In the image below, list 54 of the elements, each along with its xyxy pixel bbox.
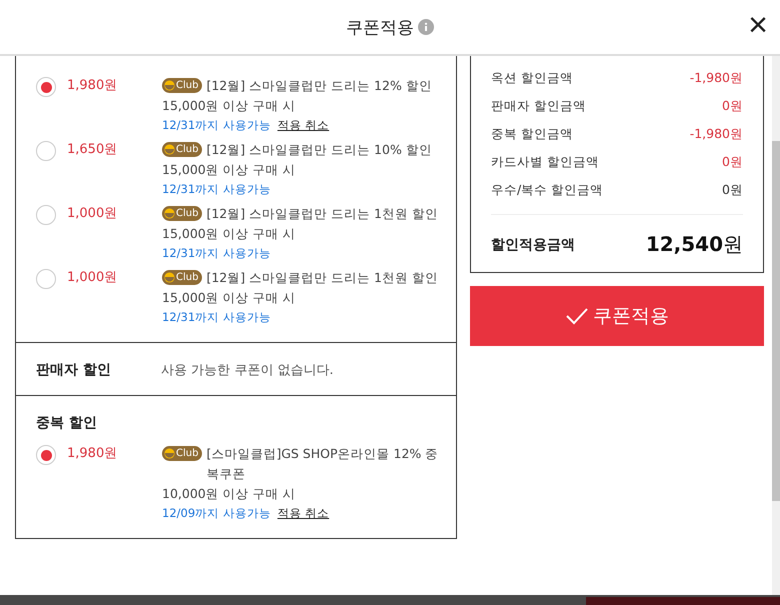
summary-value: -1,980원 <box>690 70 743 86</box>
coupon-amount: 1,000원 <box>67 269 118 286</box>
empty-message: 사용 가능한 쿠폰이 없습니다. <box>161 362 334 379</box>
badge-text: Club <box>176 207 198 221</box>
radio-button[interactable] <box>36 77 56 97</box>
apply-coupon-button[interactable]: 쿠폰적용 <box>470 286 764 346</box>
radio-button[interactable] <box>36 269 56 289</box>
summary-value: 0원 <box>722 182 743 198</box>
summary-value: -1,980원 <box>690 126 743 142</box>
scrollbar[interactable] <box>772 56 780 595</box>
coupon-condition: 15,000원 이상 구매 시 <box>162 289 297 307</box>
coupon-condition: 15,000원 이상 구매 시 <box>162 97 297 115</box>
coupon-amount: 1,980원 <box>67 445 118 462</box>
coupon-validity: 12/09까지 사용가능 <box>162 506 271 520</box>
total-amount: 12,540원 <box>646 231 743 258</box>
coupon-condition: 15,000원 이상 구매 시 <box>162 225 297 243</box>
summary-label: 판매자 할인금액 <box>491 98 586 114</box>
summary-label: 옥션 할인금액 <box>491 70 573 86</box>
badge-text: Club <box>176 143 198 157</box>
summary-value: 0원 <box>722 154 743 170</box>
check-icon <box>565 306 589 326</box>
close-button[interactable]: × <box>744 8 772 42</box>
coupon-amount: 1,980원 <box>67 77 118 94</box>
coupon-name: [12월] 스마일클럽만 드리는 1천원 할인 <box>206 205 439 223</box>
section-title: 판매자 할인 <box>36 361 112 379</box>
badge-text: Club <box>176 271 198 285</box>
summary-label: 우수/복수 할인금액 <box>491 182 604 198</box>
coupon-validity: 12/31까지 사용가능 <box>162 310 271 324</box>
coupon-validity: 12/31까지 사용가능 <box>162 182 271 196</box>
cancel-link[interactable]: 적용 취소 <box>277 506 330 520</box>
radio-button[interactable] <box>36 445 56 465</box>
coupon-validity: 12/31까지 사용가능 <box>162 246 271 260</box>
coupon-name: [12월] 스마일클럽만 드리는 10% 할인 <box>206 141 433 159</box>
total-label: 할인적용금액 <box>491 236 575 254</box>
coupon-name: [12월] 스마일클럽만 드리는 1천원 할인 <box>206 269 439 287</box>
coupon-validity: 12/31까지 사용가능 <box>162 118 271 132</box>
info-icon[interactable] <box>418 19 434 35</box>
badge-text: Club <box>176 79 198 93</box>
coupon-amount: 1,000원 <box>67 205 118 222</box>
badge-text: Club <box>176 447 198 461</box>
coupon-amount: 1,650원 <box>67 141 118 158</box>
coupon-name: [스마일클럽]GS SHOP온라인몰 12% 중복쿠폰 <box>206 445 440 483</box>
section-title: 중복 할인 <box>36 414 98 432</box>
dialog-title: 쿠폰적용 <box>346 16 414 38</box>
radio-button[interactable] <box>36 141 56 161</box>
summary-label: 카드사별 할인금액 <box>491 154 599 170</box>
summary-value: 0원 <box>722 98 743 114</box>
coupon-name: [12월] 스마일클럽만 드리는 12% 할인 <box>206 77 433 95</box>
radio-button[interactable] <box>36 205 56 225</box>
cancel-link[interactable]: 적용 취소 <box>277 118 330 132</box>
coupon-condition: 15,000원 이상 구매 시 <box>162 161 297 179</box>
coupon-condition: 10,000원 이상 구매 시 <box>162 485 297 503</box>
summary-label: 중복 할인금액 <box>491 126 573 142</box>
scrollbar-thumb[interactable] <box>772 141 780 501</box>
